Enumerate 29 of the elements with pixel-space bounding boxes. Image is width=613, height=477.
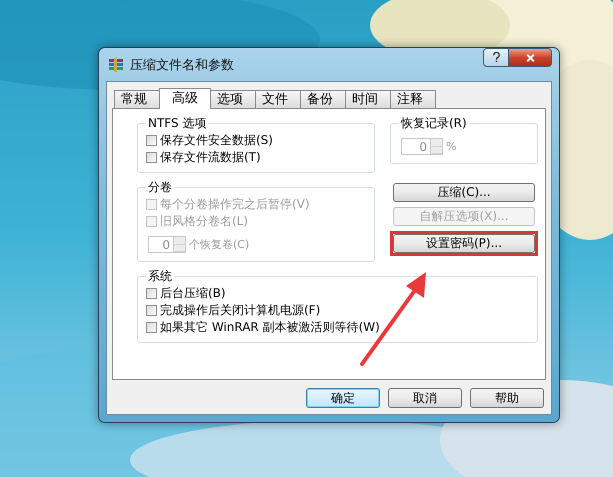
tab[interactable]: 时间 — [345, 90, 391, 108]
tab[interactable]: 文件 — [255, 90, 301, 108]
close-button[interactable] — [509, 48, 552, 67]
help-button[interactable] — [483, 48, 509, 67]
dialog-button[interactable]: 确定 — [306, 388, 380, 408]
checkbox[interactable]: 保存文件流数据(T) — [146, 149, 366, 166]
window-title: 压缩文件名和参数 — [130, 56, 234, 74]
books-icon — [108, 56, 124, 72]
unit-label: % — [446, 140, 456, 153]
action-button[interactable]: 压缩(C)... — [393, 183, 535, 202]
action-button[interactable]: 设置密码(P)... — [393, 234, 535, 253]
question-mark-icon — [492, 52, 500, 63]
tab[interactable]: 选项 — [210, 90, 256, 108]
unit-label: 个恢复卷(C) — [189, 237, 250, 252]
checkbox[interactable]: 后台压缩(B) — [146, 285, 529, 302]
close-icon — [524, 52, 536, 62]
group-title: 系统 — [147, 268, 173, 285]
tab[interactable]: 备份 — [300, 90, 346, 108]
checkbox[interactable]: 保存文件安全数据(S) — [146, 132, 366, 149]
tab[interactable]: 高级 — [159, 88, 211, 109]
group-title: NTFS 选项 — [147, 115, 208, 132]
group-title: 恢复记录(R) — [400, 115, 468, 132]
tab[interactable]: 常规 — [114, 90, 160, 108]
checkbox[interactable]: 完成操作后关闭计算机电源(F) — [146, 302, 529, 319]
dialog-button[interactable]: 取消 — [388, 388, 462, 408]
dialog-button[interactable]: 帮助 — [470, 388, 544, 408]
group-title: 分卷 — [147, 179, 173, 196]
checkbox[interactable]: 如果其它 WinRAR 副本被激活则等待(W) — [146, 319, 529, 336]
tab[interactable]: 注释 — [390, 90, 436, 108]
